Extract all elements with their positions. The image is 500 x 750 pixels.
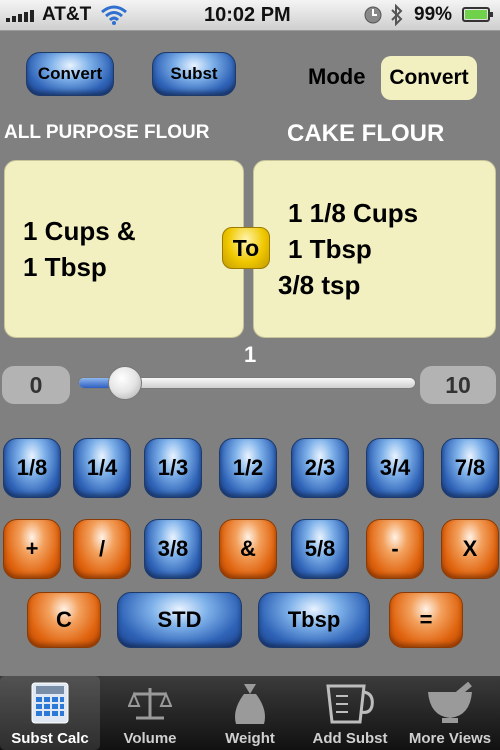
key-one-eighth[interactable]: 1/8 <box>3 438 61 498</box>
tab-label: Subst Calc <box>11 730 89 747</box>
to-line-1: 1 1/8 Cups <box>288 198 419 228</box>
key-one-quarter[interactable]: 1/4 <box>73 438 131 498</box>
tab-bar: Subst Calc Volume Weight Add Subst More … <box>0 676 500 750</box>
from-amount-panel: 1 Cups & 1 Tbsp <box>4 160 244 338</box>
battery-icon <box>462 7 493 22</box>
key-equals[interactable]: = <box>389 592 463 648</box>
tab-label: Add Subst <box>312 730 388 747</box>
key-divide[interactable]: / <box>73 519 131 579</box>
wifi-icon <box>101 5 127 25</box>
key-multiply[interactable]: X <box>441 519 499 579</box>
status-bar: AT&T 10:02 PM 99% <box>0 0 500 31</box>
slider-max: 10 <box>420 366 496 404</box>
from-ingredient-title: ALL PURPOSE FLOUR <box>4 122 210 143</box>
weight-bag-icon <box>235 684 265 724</box>
tab-add-subst[interactable]: Add Subst <box>300 676 400 750</box>
key-three-quarters[interactable]: 3/4 <box>366 438 424 498</box>
key-five-eighths[interactable]: 5/8 <box>291 519 349 579</box>
key-three-eighths[interactable]: 3/8 <box>144 519 202 579</box>
key-std[interactable]: STD <box>117 592 242 648</box>
calculator-icon <box>31 682 69 724</box>
to-amount-panel: 1 1/8 Cups 1 Tbsp 3/8 tsp <box>253 160 496 338</box>
tab-volume[interactable]: Volume <box>100 676 200 750</box>
tab-label: More Views <box>408 730 492 747</box>
key-plus[interactable]: + <box>3 519 61 579</box>
clock-icon <box>364 6 382 24</box>
mode-value[interactable]: Convert <box>381 56 477 100</box>
bluetooth-icon <box>391 4 403 26</box>
convert-button[interactable]: Convert <box>26 52 114 96</box>
battery-percent: 99% <box>414 4 453 25</box>
measuring-cup-icon <box>326 684 374 724</box>
clock-time: 10:02 PM <box>204 4 291 26</box>
slider-value: 1 <box>244 342 257 367</box>
key-two-thirds[interactable]: 2/3 <box>291 438 349 498</box>
from-line-1: 1 Cups & <box>23 216 136 246</box>
from-line-2: 1 Tbsp <box>23 252 107 282</box>
tab-label: Weight <box>225 730 275 747</box>
key-minus[interactable]: - <box>366 519 424 579</box>
to-line-2: 1 Tbsp <box>288 234 372 264</box>
tab-subst-calc[interactable]: Subst Calc <box>0 676 100 750</box>
key-ampersand[interactable]: & <box>219 519 277 579</box>
key-one-third[interactable]: 1/3 <box>144 438 202 498</box>
mortar-pestle-icon <box>428 682 472 723</box>
to-ingredient-title: CAKE FLOUR <box>287 120 445 147</box>
key-clear[interactable]: C <box>27 592 101 648</box>
tab-label: Volume <box>123 730 177 747</box>
key-tbsp[interactable]: Tbsp <box>258 592 370 648</box>
to-button[interactable]: To <box>222 227 270 269</box>
key-one-half[interactable]: 1/2 <box>219 438 277 498</box>
slider-min: 0 <box>2 366 70 404</box>
scale-icon <box>128 688 172 720</box>
subst-button[interactable]: Subst <box>152 52 236 96</box>
tab-weight[interactable]: Weight <box>200 676 300 750</box>
carrier-name: AT&T <box>42 4 92 25</box>
key-seven-eighths[interactable]: 7/8 <box>441 438 499 498</box>
mode-label: Mode <box>308 64 366 89</box>
signal-icon <box>4 0 40 30</box>
slider-thumb[interactable] <box>107 366 142 400</box>
to-line-3: 3/8 tsp <box>278 270 361 300</box>
tab-more-views[interactable]: More Views <box>400 676 500 750</box>
